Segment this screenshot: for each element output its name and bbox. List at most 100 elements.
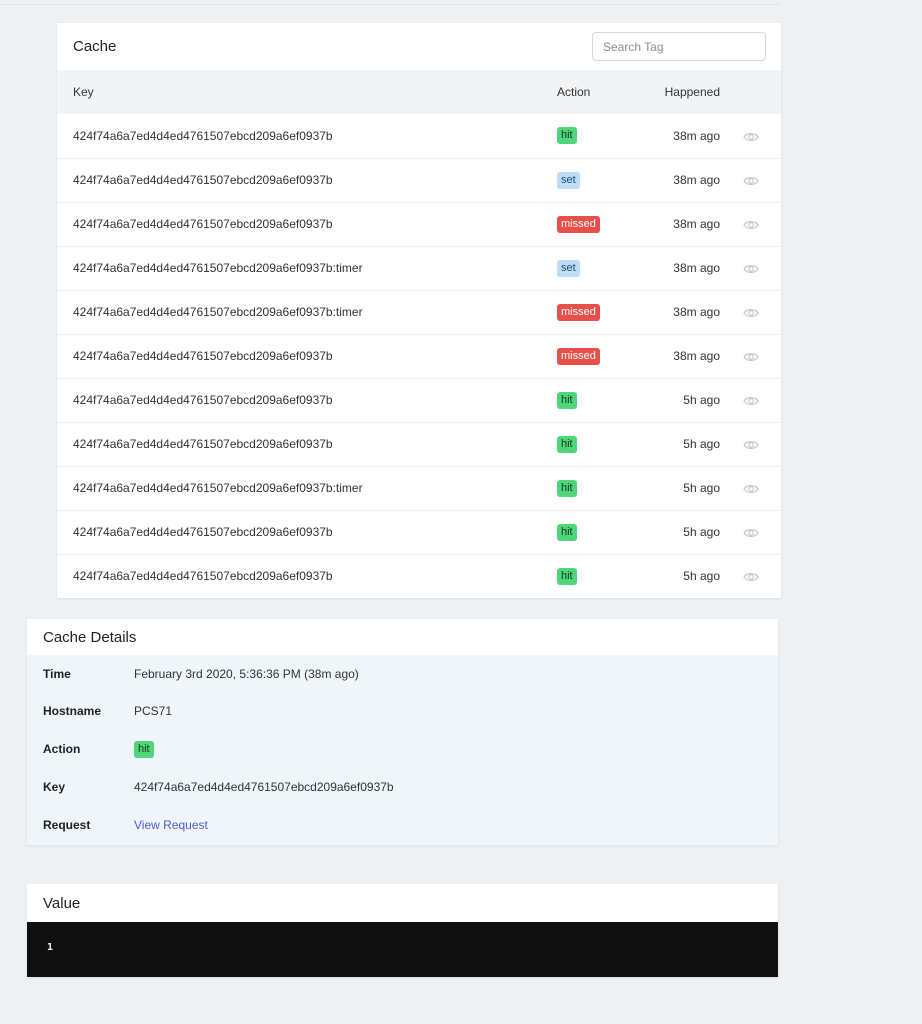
row-happened: 38m ago: [673, 305, 720, 319]
table-row[interactable]: 424f74a6a7ed4d4ed4761507ebcd209a6ef0937b…: [57, 510, 781, 554]
action-badge: missed: [557, 347, 600, 365]
value-code-block: 1: [27, 922, 778, 977]
eye-icon[interactable]: [742, 571, 759, 583]
row-view-cell: [720, 290, 781, 334]
row-action-cell: hit: [557, 114, 637, 158]
row-key: 424f74a6a7ed4d4ed4761507ebcd209a6ef0937b…: [73, 481, 363, 495]
column-header-action: Action: [557, 85, 591, 99]
action-badge: hit: [557, 567, 577, 585]
row-action-cell: missed: [557, 202, 637, 246]
view-request-link[interactable]: View Request: [134, 818, 208, 832]
cache-details-card: Cache Details Time February 3rd 2020, 5:…: [27, 619, 778, 845]
details-header: Cache Details: [27, 619, 778, 655]
action-badge: hit: [557, 479, 577, 497]
row-action-cell: hit: [557, 510, 637, 554]
row-key: 424f74a6a7ed4d4ed4761507ebcd209a6ef0937b…: [73, 305, 363, 319]
action-badge: hit: [557, 127, 577, 145]
action-badge: missed: [557, 215, 600, 233]
action-badge: set: [557, 259, 580, 277]
row-action-cell: missed: [557, 290, 637, 334]
action-badge: hit: [557, 523, 577, 541]
eye-icon[interactable]: [742, 351, 759, 363]
column-header-happened: Happened: [664, 85, 720, 99]
row-view-cell: [720, 158, 781, 202]
cache-list-card: Cache Key Action Happened 424f74a6a7ed4d…: [57, 23, 781, 598]
value-header: Value: [27, 884, 778, 922]
row-happened: 38m ago: [673, 349, 720, 363]
row-view-cell: [720, 510, 781, 554]
detail-label-time: Time: [43, 666, 71, 681]
row-key: 424f74a6a7ed4d4ed4761507ebcd209a6ef0937b: [73, 393, 333, 407]
table-row[interactable]: 424f74a6a7ed4d4ed4761507ebcd209a6ef0937b…: [57, 246, 781, 290]
eye-icon[interactable]: [742, 527, 759, 539]
eye-icon[interactable]: [742, 395, 759, 407]
row-view-cell: [720, 202, 781, 246]
table-row[interactable]: 424f74a6a7ed4d4ed4761507ebcd209a6ef0937b…: [57, 334, 781, 378]
row-key: 424f74a6a7ed4d4ed4761507ebcd209a6ef0937b: [73, 173, 333, 187]
eye-icon[interactable]: [742, 175, 759, 187]
row-view-cell: [720, 246, 781, 290]
row-view-cell: [720, 422, 781, 466]
eye-icon[interactable]: [742, 131, 759, 143]
row-happened: 5h ago: [683, 525, 720, 539]
detail-value-key: 424f74a6a7ed4d4ed4761507ebcd209a6ef0937b: [134, 780, 394, 794]
value-card: Value 1: [27, 884, 778, 977]
value-title: Value: [43, 894, 81, 912]
row-view-cell: [720, 466, 781, 510]
cache-card-title: Cache: [73, 38, 117, 55]
eye-icon[interactable]: [742, 263, 759, 275]
details-title: Cache Details: [43, 628, 137, 646]
row-action-cell: set: [557, 158, 637, 202]
table-row[interactable]: 424f74a6a7ed4d4ed4761507ebcd209a6ef0937b…: [57, 422, 781, 466]
row-happened: 5h ago: [683, 393, 720, 407]
row-key: 424f74a6a7ed4d4ed4761507ebcd209a6ef0937b: [73, 525, 333, 539]
detail-value-hostname: PCS71: [134, 704, 173, 718]
action-badge: missed: [557, 303, 600, 321]
details-body: Time February 3rd 2020, 5:36:36 PM (38m …: [27, 655, 778, 845]
detail-label-action: Action: [43, 742, 81, 756]
row-action-cell: missed: [557, 334, 637, 378]
row-action-cell: hit: [557, 378, 637, 422]
row-action-cell: hit: [557, 466, 637, 510]
action-badge: hit: [557, 435, 577, 453]
top-divider: [0, 0, 781, 5]
action-badge: set: [557, 171, 580, 189]
row-happened: 5h ago: [683, 569, 720, 584]
eye-icon[interactable]: [742, 439, 759, 451]
table-row[interactable]: 424f74a6a7ed4d4ed4761507ebcd209a6ef0937b…: [57, 290, 781, 334]
table-row[interactable]: 424f74a6a7ed4d4ed4761507ebcd209a6ef0937b…: [57, 554, 781, 598]
row-view-cell: [720, 334, 781, 378]
column-header-view: [720, 70, 781, 114]
detail-label-request: Request: [43, 818, 91, 832]
cache-table-body: 424f74a6a7ed4d4ed4761507ebcd209a6ef0937b…: [57, 114, 781, 598]
table-row[interactable]: 424f74a6a7ed4d4ed4761507ebcd209a6ef0937b…: [57, 466, 781, 510]
eye-icon[interactable]: [742, 483, 759, 495]
row-view-cell: [720, 378, 781, 422]
row-key: 424f74a6a7ed4d4ed4761507ebcd209a6ef0937b: [73, 217, 333, 231]
action-badge: hit: [557, 391, 577, 409]
row-action-cell: hit: [557, 422, 637, 466]
row-happened: 38m ago: [673, 173, 720, 187]
column-header-key: Key: [73, 85, 94, 99]
row-key: 424f74a6a7ed4d4ed4761507ebcd209a6ef0937b: [73, 128, 333, 143]
table-row[interactable]: 424f74a6a7ed4d4ed4761507ebcd209a6ef0937b…: [57, 114, 781, 158]
detail-row-key: Key 424f74a6a7ed4d4ed4761507ebcd209a6ef0…: [27, 768, 778, 806]
cache-table: Key Action Happened 424f74a6a7ed4d4ed476…: [57, 70, 781, 598]
table-row[interactable]: 424f74a6a7ed4d4ed4761507ebcd209a6ef0937b…: [57, 202, 781, 246]
eye-icon[interactable]: [742, 307, 759, 319]
row-view-cell: [720, 114, 781, 158]
cache-card-header: Cache: [57, 23, 781, 70]
eye-icon[interactable]: [742, 219, 759, 231]
search-tag-input[interactable]: [592, 32, 766, 61]
row-view-cell: [720, 554, 781, 598]
table-row[interactable]: 424f74a6a7ed4d4ed4761507ebcd209a6ef0937b…: [57, 378, 781, 422]
table-row[interactable]: 424f74a6a7ed4d4ed4761507ebcd209a6ef0937b…: [57, 158, 781, 202]
detail-row-action: Action hit: [27, 730, 778, 768]
row-happened: 5h ago: [683, 481, 720, 495]
detail-action-badge: hit: [134, 740, 154, 758]
detail-row-request: Request View Request: [27, 806, 778, 844]
row-key: 424f74a6a7ed4d4ed4761507ebcd209a6ef0937b: [73, 569, 333, 584]
row-key: 424f74a6a7ed4d4ed4761507ebcd209a6ef0937b…: [73, 261, 363, 275]
row-key: 424f74a6a7ed4d4ed4761507ebcd209a6ef0937b: [73, 437, 333, 451]
detail-label-hostname: Hostname: [43, 704, 102, 718]
